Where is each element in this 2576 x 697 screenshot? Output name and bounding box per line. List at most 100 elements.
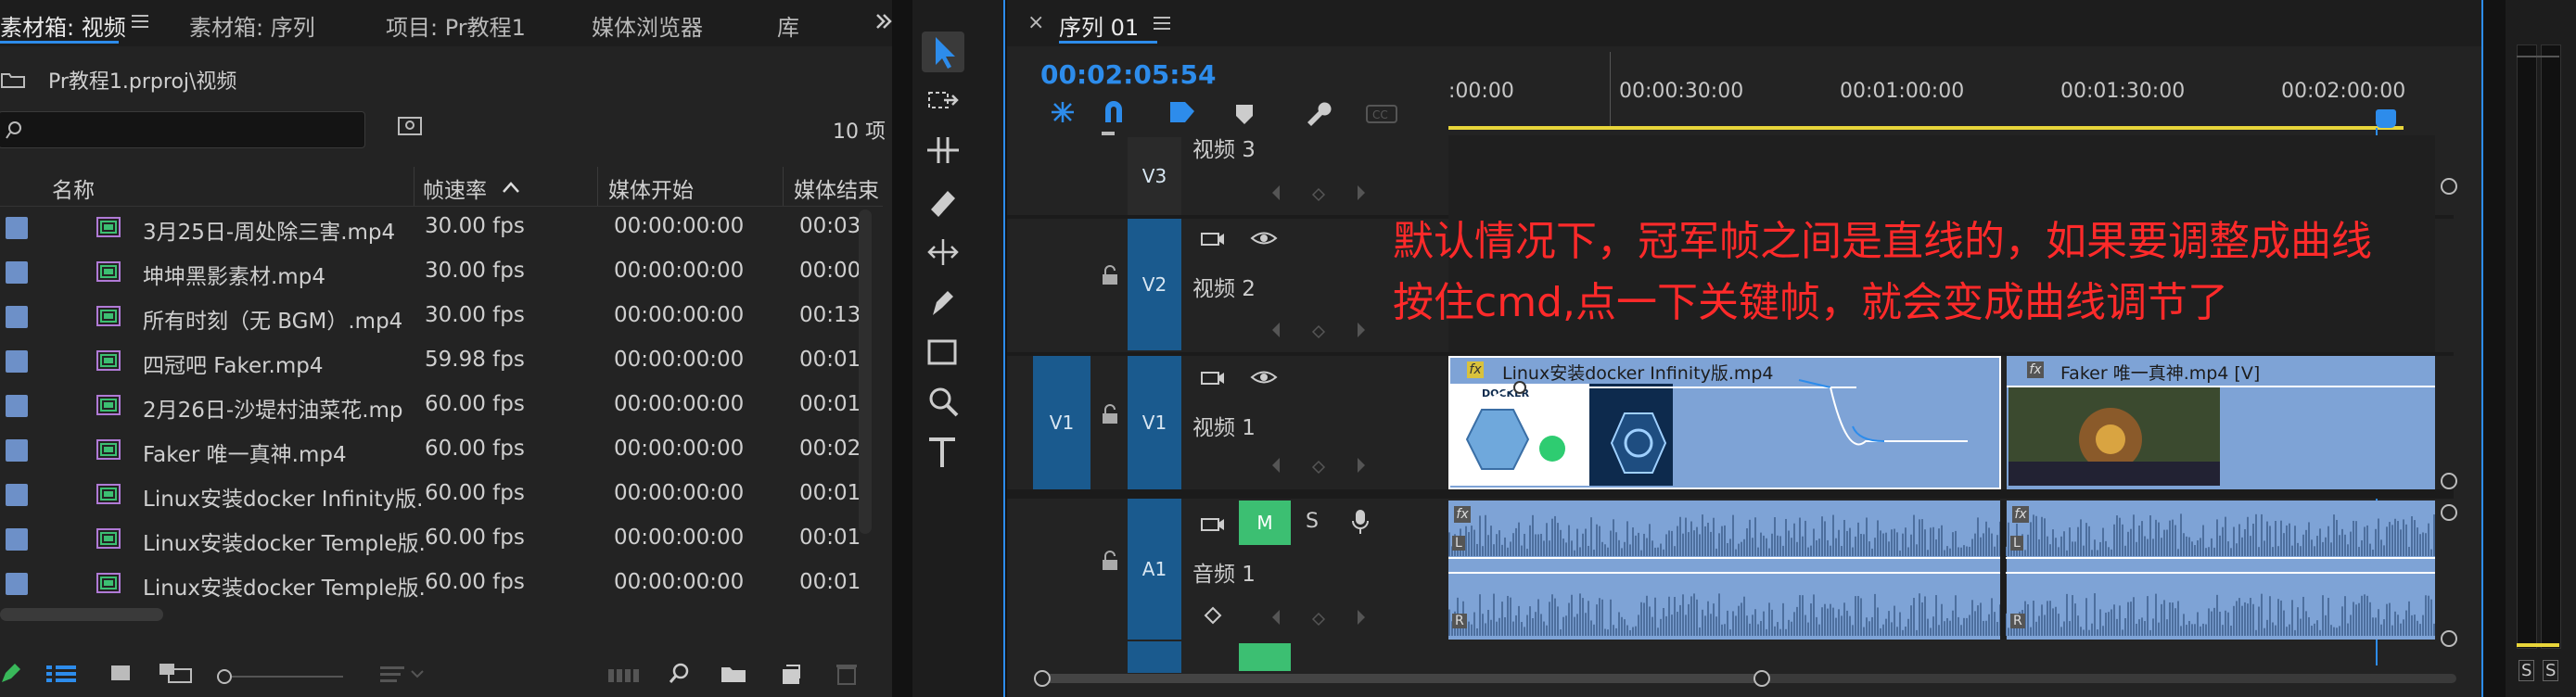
panel-menu-icon[interactable] [1152,13,1172,33]
solo-button[interactable]: S [1306,510,1319,533]
work-area-bar[interactable] [1448,126,2404,130]
list-view-icon[interactable] [46,664,78,684]
sync-lock-icon[interactable] [1200,513,1226,534]
opacity-keyframe-line[interactable] [1448,356,2005,489]
sync-lock-icon[interactable] [1200,367,1226,387]
lock-icon-a1[interactable] [1100,551,1120,571]
col-media-start[interactable]: 媒体开始 [608,172,694,204]
new-search-bin-icon[interactable] [397,115,425,137]
freeform-view-icon[interactable] [158,662,195,684]
playhead-timecode[interactable]: 00:02:05:54 [1040,59,1216,90]
solo-right-button[interactable]: S [2543,660,2559,681]
add-marker-icon[interactable] [1233,102,1256,126]
find-icon[interactable] [668,662,692,686]
track-tag-a2[interactable] [1128,641,1181,673]
panel-divider[interactable] [892,0,912,697]
sort-asc-icon[interactable] [501,180,521,195]
tab-sequence[interactable]: 序列 01 [1059,9,1139,42]
track-tag-v3[interactable]: V3 [1128,137,1181,215]
keyframe-point[interactable] [1512,380,1527,395]
keyframe-nav-v1[interactable] [1267,454,1406,476]
nest-icon[interactable] [1048,98,1078,126]
mute-button-a2[interactable] [1239,643,1291,671]
eye-icon-v2[interactable] [1250,228,1278,248]
playhead-handle[interactable] [2376,109,2396,128]
tab-media-browser[interactable]: 媒体浏览器 [592,9,703,42]
label-color-swatch[interactable] [6,573,28,595]
panel-menu-icon[interactable] [130,11,150,32]
label-color-swatch[interactable] [6,261,28,284]
voiceover-mic-icon[interactable] [1350,508,1371,536]
snap-icon[interactable] [1100,98,1128,126]
sort-icon[interactable] [380,664,427,684]
close-tab-icon[interactable]: × [1027,11,1044,34]
sync-lock-icon[interactable] [1200,228,1226,248]
label-color-swatch[interactable] [6,306,28,328]
new-bin-icon[interactable] [720,664,747,684]
track-zoom-handle[interactable] [2439,176,2459,196]
track-select-tool[interactable] [922,82,964,122]
automate-icon[interactable] [608,665,640,686]
pen-tool[interactable] [922,282,964,323]
label-color-swatch[interactable] [6,395,28,417]
col-media-end[interactable]: 媒体结束 [794,172,879,204]
solo-left-button[interactable]: S [2519,660,2535,681]
slip-tool[interactable] [922,232,964,272]
rectangle-tool[interactable] [922,332,964,373]
list-item[interactable]: 2月26日-沙堤村油菜花.mp 60.00 fps 00:00:00:00 00:01… [0,384,862,428]
settings-wrench-icon[interactable] [1302,98,1332,128]
list-item[interactable]: Linux安装docker Temple版. 60.00 fps 00:00:00:… [0,562,862,606]
label-color-swatch[interactable] [6,439,28,462]
volume-keyframe-icon[interactable] [1202,604,1228,627]
linked-clips-icon[interactable] [1167,98,1198,126]
list-item[interactable]: Linux安装docker Infinity版. 60.00 fps 00:00:0… [0,473,862,517]
label-color-swatch[interactable] [6,217,28,239]
track-zoom-handle[interactable] [2439,471,2459,491]
label-color-swatch[interactable] [6,350,28,373]
tab-bin-video[interactable]: 素材箱: 视频 [0,9,126,42]
captions-icon[interactable]: CC [1365,104,1398,124]
list-item[interactable]: 坤坤黑影素材.mp4 30.00 fps 00:00:00:00 00:00: [0,250,862,295]
col-name[interactable]: 名称 [52,172,95,204]
list-h-scrollbar[interactable] [0,608,163,621]
razor-tool[interactable] [922,182,964,222]
panel-divider[interactable] [2483,0,2506,697]
list-item[interactable]: 所有时刻（无 BGM）.mp4 30.00 fps 00:00:00:00 00:13… [0,295,862,339]
list-item[interactable]: Linux安装docker Temple版. 60.00 fps 00:00:00:… [0,517,862,562]
icon-view-icon[interactable] [109,664,134,684]
track-tag-a1[interactable]: A1 [1128,499,1181,640]
bin-up-icon[interactable] [0,69,26,89]
selection-tool[interactable] [922,32,964,72]
tab-project[interactable]: 项目: Pr教程1 [386,9,526,42]
track-tag-v2[interactable]: V2 [1128,219,1181,350]
ripple-edit-tool[interactable] [922,130,964,171]
list-scrollbar[interactable] [859,209,872,534]
list-item[interactable]: 四冠吧 Faker.mp4 59.98 fps 00:00:00:00 00:01: [0,339,862,384]
label-color-swatch[interactable] [6,484,28,506]
keyframe-nav-v2[interactable] [1267,319,1406,341]
search-field[interactable] [0,111,365,148]
track-tag-v1[interactable]: V1 [1128,356,1181,489]
col-fps[interactable]: 帧速率 [423,172,487,204]
new-item-icon[interactable] [779,664,803,686]
hand-zoom-tool[interactable] [922,382,964,423]
timeline-h-scrollbar[interactable] [1033,669,2461,688]
track-area-v3[interactable] [1448,135,2435,219]
zoom-slider[interactable] [215,667,345,688]
eye-icon-v1[interactable] [1250,367,1278,387]
lock-icon-v1[interactable] [1100,404,1120,425]
tab-libraries[interactable]: 库 [777,9,799,42]
more-tabs-icon[interactable] [874,11,894,32]
source-patch-v1[interactable]: V1 [1033,356,1090,489]
tab-bin-sequence[interactable]: 素材箱: 序列 [189,9,315,42]
keyframe-nav-v3[interactable] [1267,182,1406,204]
keyframe-nav-a1[interactable] [1267,606,1406,628]
mute-button[interactable]: M [1239,501,1291,545]
track-zoom-handle[interactable] [2439,502,2459,523]
list-item[interactable]: Faker 唯一真神.mp4 60.00 fps 00:00:00:00 00:02: [0,428,862,473]
lock-icon-v2[interactable] [1100,265,1120,285]
label-color-swatch[interactable] [6,528,28,551]
type-tool[interactable] [922,432,964,473]
list-item[interactable]: 3月25日-周处除三害.mp4 30.00 fps 00:00:00:00 00:03… [0,206,862,250]
pencil-icon[interactable] [0,662,22,684]
